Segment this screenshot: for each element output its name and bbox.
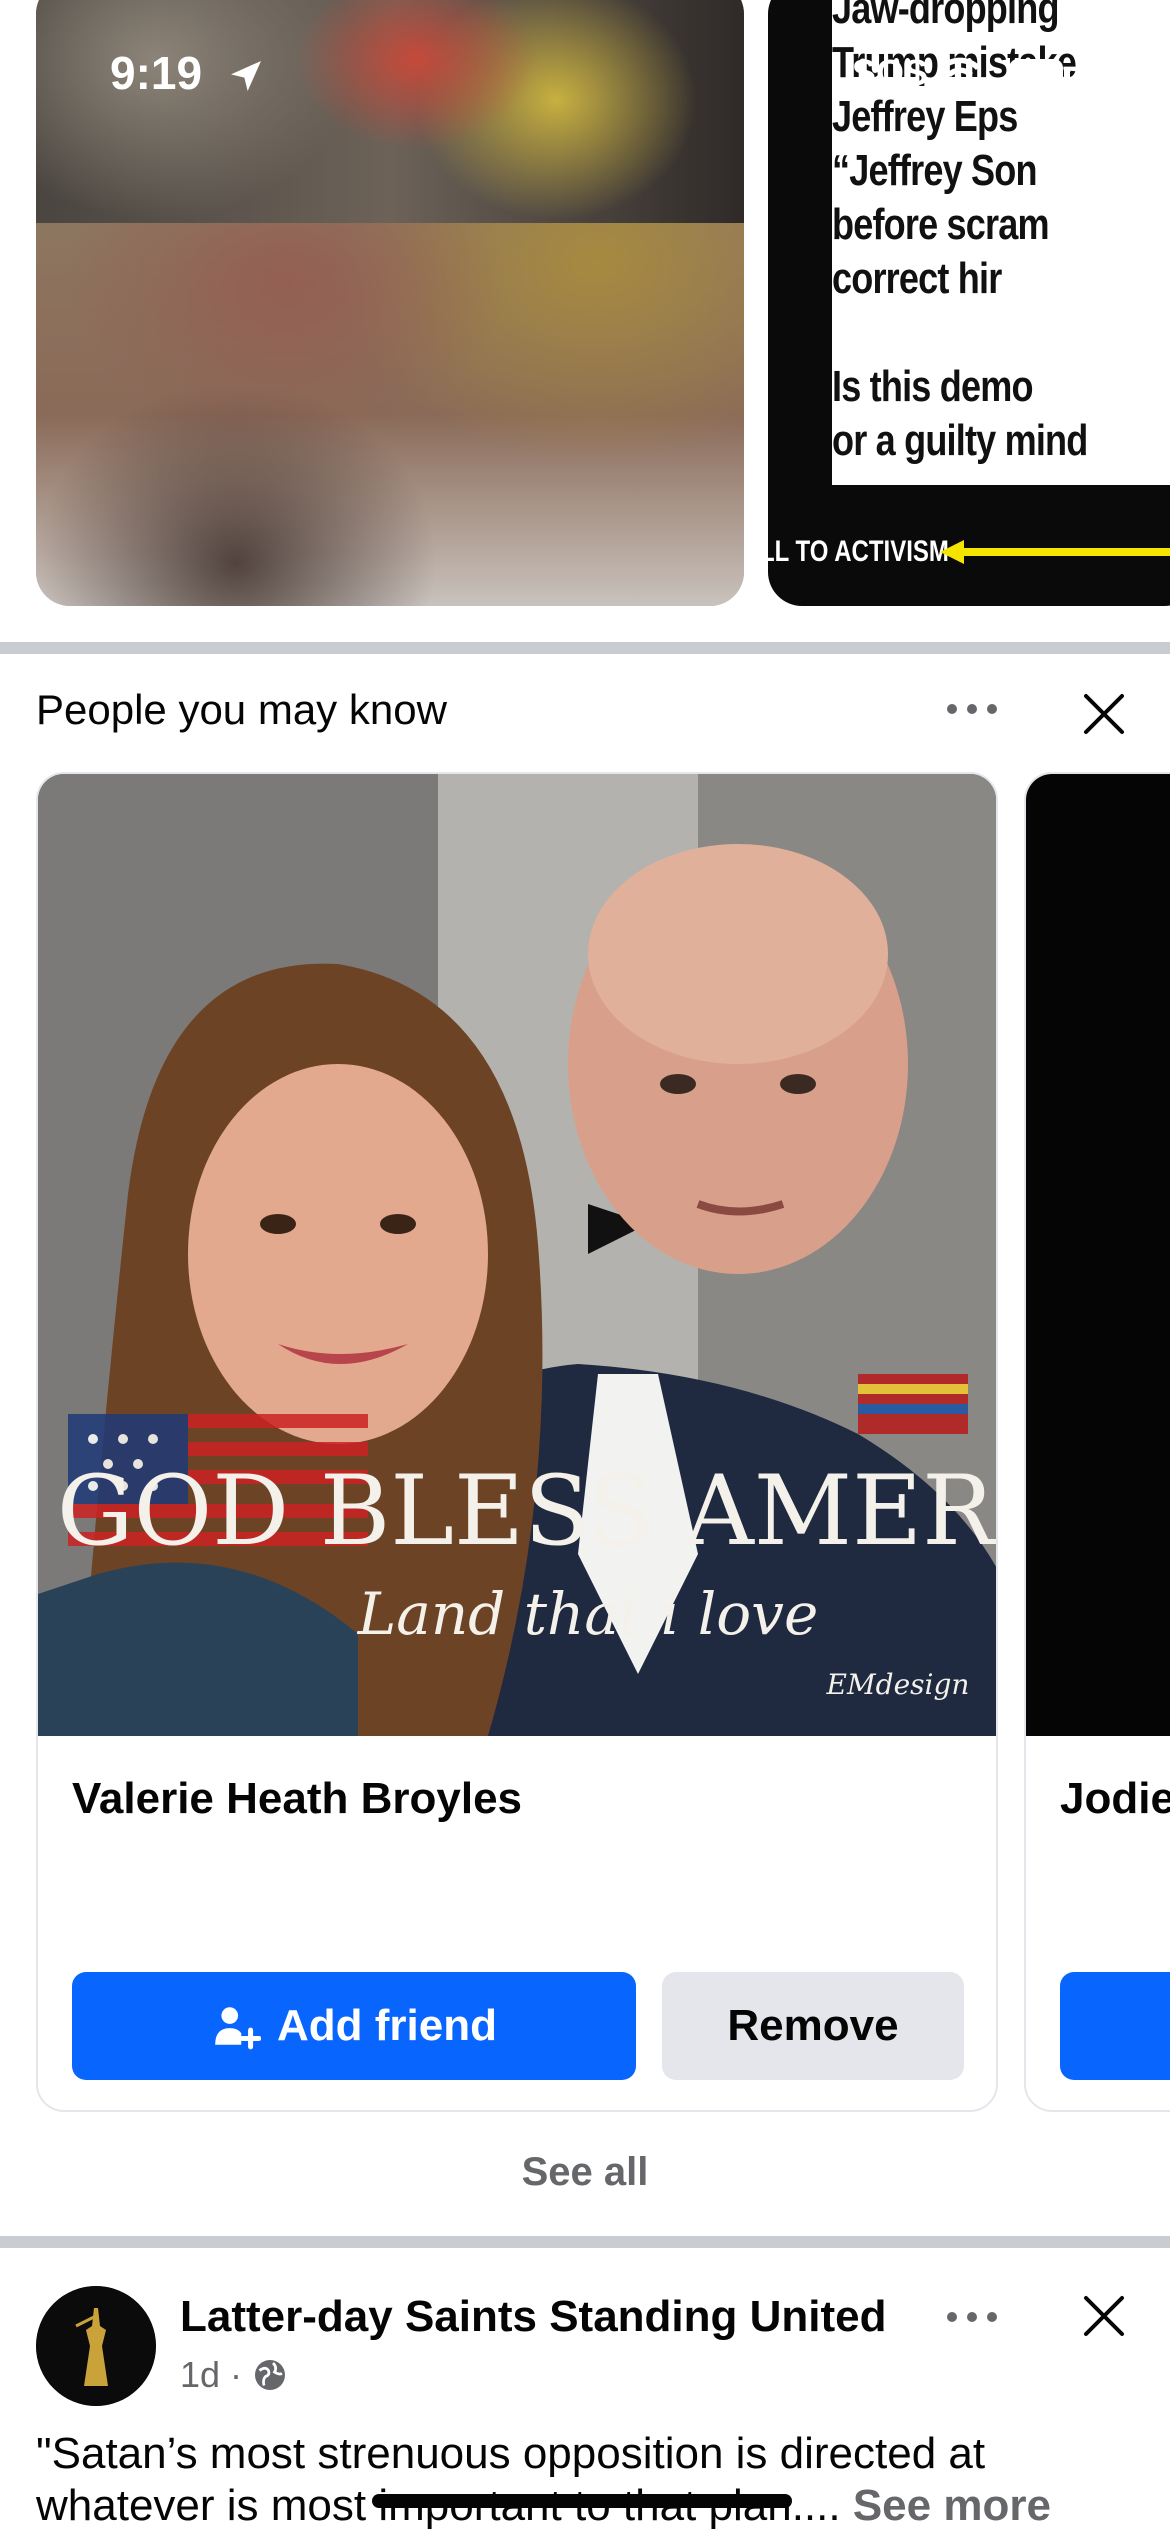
- meta-separator: ·: [230, 2354, 243, 2395]
- post-meta: 1d ·: [180, 2354, 288, 2396]
- add-friend-button[interactable]: Add friend: [72, 1972, 636, 2080]
- globe-icon: [255, 2360, 286, 2390]
- wifi-icon: [940, 57, 980, 86]
- pymk-card[interactable]: GOD BLESS AMERICA Land that i love EMdes…: [36, 772, 998, 2112]
- location-arrow-icon: [231, 61, 261, 91]
- pymk-card[interactable]: Jodie: [1024, 772, 1170, 2112]
- arrow-left-icon: [940, 540, 1170, 564]
- photo-script: Land that i love: [357, 1580, 819, 1648]
- section-divider: [0, 642, 1170, 654]
- status-bar: 9:19 SOS: [0, 0, 1170, 150]
- photo-caption: GOD BLESS AMERICA: [57, 1455, 996, 1567]
- add-person-icon: [215, 2007, 261, 2050]
- pymk-title: People you may know: [36, 686, 447, 733]
- more-options-icon[interactable]: [944, 2308, 1000, 2326]
- remove-button[interactable]: Remove: [662, 1972, 964, 2080]
- reel-line: [832, 306, 1160, 360]
- see-all-link[interactable]: See all: [0, 2150, 1170, 2195]
- see-more-link[interactable]: See more: [853, 2481, 1051, 2530]
- status-time: 9:19: [110, 47, 203, 99]
- post-author[interactable]: Latter-day Saints Standing United: [180, 2292, 887, 2342]
- reel-footer-text: LL TO ACTIVISM: [768, 535, 949, 568]
- add-friend-button[interactable]: [1060, 1972, 1170, 2080]
- post-body: "Satan’s most strenuous opposition is di…: [36, 2429, 986, 2530]
- reel-blurred-thumbnail: [36, 223, 744, 606]
- profile-photo[interactable]: GOD BLESS AMERICA Land that i love EMdes…: [38, 774, 996, 1736]
- reel-footer: LL TO ACTIVISM: [768, 528, 1170, 576]
- reel-line: or a guilty mind: [832, 416, 1088, 465]
- pymk-name[interactable]: Valerie Heath Broyles: [72, 1774, 522, 1824]
- photo-signature: EMdesign: [826, 1668, 970, 1701]
- status-sos: SOS: [852, 52, 929, 93]
- battery-icon: [1009, 59, 1070, 89]
- close-icon[interactable]: [1080, 2292, 1128, 2340]
- close-icon[interactable]: [1080, 690, 1128, 738]
- home-indicator[interactable]: [372, 2494, 792, 2508]
- more-options-icon[interactable]: [944, 700, 1000, 718]
- reel-line: “Jeffrey Son: [832, 146, 1038, 195]
- section-divider: [0, 2236, 1170, 2248]
- add-friend-label: Add friend: [277, 2001, 497, 2050]
- page-avatar[interactable]: [36, 2286, 156, 2406]
- pymk-name[interactable]: Jodie: [1060, 1774, 1170, 1824]
- reel-line: Is this demo: [832, 362, 1033, 411]
- reel-line: correct hir: [832, 254, 1002, 303]
- profile-photo[interactable]: [1026, 774, 1170, 1736]
- post-time[interactable]: 1d: [180, 2354, 220, 2396]
- post-text: "Satan’s most strenuous opposition is di…: [36, 2428, 1156, 2532]
- reel-line: before scram: [832, 200, 1050, 249]
